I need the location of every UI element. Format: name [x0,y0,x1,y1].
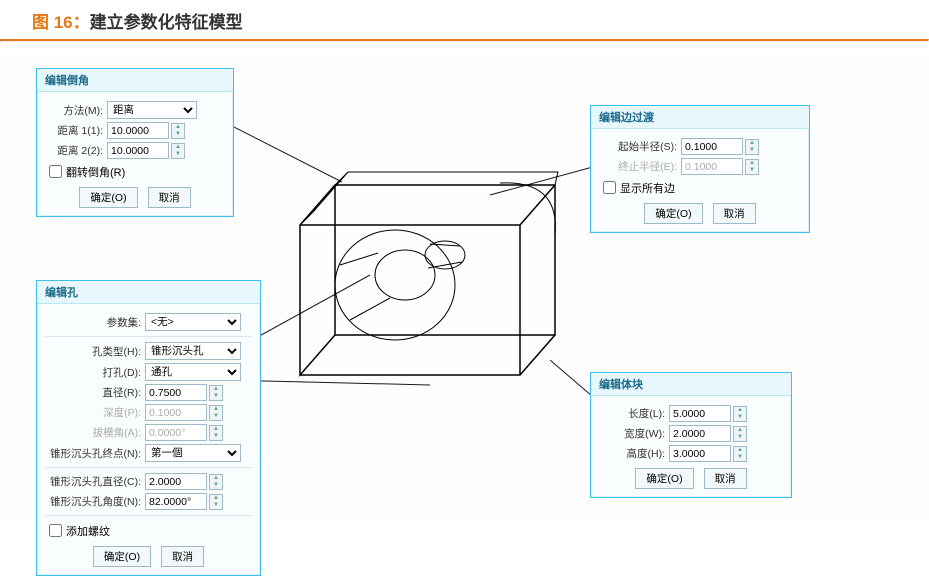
spinner-icon: ▲▼ [209,425,223,441]
hole-cancel-button[interactable]: 取消 [161,546,204,567]
divider [45,467,252,468]
hole-cskang-input[interactable] [145,493,207,510]
spinner-icon[interactable]: ▲▼ [171,143,185,159]
figure-title: 建立参数化特征模型 [90,13,243,32]
chamfer-method-label: 方法(M): [45,103,103,118]
block-panel: 编辑体块 长度(L): ▲▼ 宽度(W): ▲▼ 高度(H): ▲▼ 确定(O)… [590,372,792,498]
spinner-icon: ▲▼ [209,405,223,421]
spinner-icon[interactable]: ▲▼ [745,139,759,155]
hole-draft-input [145,424,207,441]
hole-type-select[interactable]: 锥形沉头孔 [145,342,241,360]
hole-ok-button[interactable]: 确定(O) [93,546,151,567]
blend-start-input[interactable] [681,138,743,155]
figure-number: 图 16： [32,13,90,32]
hole-end-select[interactable]: 第一個 [145,444,241,462]
chamfer-dist1-input[interactable] [107,122,169,139]
chamfer-flip-label: 翻转倒角(R) [66,164,125,180]
blend-start-label: 起始半径(S): [599,139,677,154]
blend-panel: 编辑边过渡 起始半径(S): ▲▼ 终止半径(E): ▲▼ 显示所有边 确定(O… [590,105,810,233]
spinner-icon[interactable]: ▲▼ [733,406,747,422]
spinner-icon[interactable]: ▲▼ [209,385,223,401]
chamfer-dist2-input[interactable] [107,142,169,159]
figure-caption: 图 16：建立参数化特征模型 [32,0,929,33]
chamfer-dist1-label: 距离 1(1): [45,123,103,138]
blend-cancel-button[interactable]: 取消 [713,203,756,224]
stage: 编辑倒角 方法(M): 距离 距离 1(1): ▲▼ 距离 2(2): ▲▼ 翻… [0,50,929,520]
spinner-icon[interactable]: ▲▼ [209,474,223,490]
hole-drill-select[interactable]: 通孔 [145,363,241,381]
blend-end-label: 终止半径(E): [599,159,677,174]
hole-end-label: 锥形沉头孔终点(N): [45,446,141,461]
chamfer-flip-checkbox[interactable] [49,165,62,178]
blend-all-label: 显示所有边 [620,180,675,196]
hole-drill-label: 打孔(D): [45,365,141,380]
block-wid-label: 宽度(W): [599,426,665,441]
block-cancel-button[interactable]: 取消 [704,468,747,489]
hole-cskdia-input[interactable] [145,473,207,490]
hole-paramset-label: 参数集: [45,315,141,330]
hole-cskdia-label: 锥形沉头孔直径(C): [45,474,141,489]
spinner-icon[interactable]: ▲▼ [733,426,747,442]
blend-all-checkbox[interactable] [603,181,616,194]
block-hgt-input[interactable] [669,445,731,462]
hole-cskang-label: 锥形沉头孔角度(N): [45,494,141,509]
hole-thread-checkbox[interactable] [49,524,62,537]
block-len-label: 长度(L): [599,406,665,421]
chamfer-title: 编辑倒角 [37,69,233,92]
chamfer-cancel-button[interactable]: 取消 [148,187,191,208]
block-hgt-label: 高度(H): [599,446,665,461]
spinner-icon[interactable]: ▲▼ [209,494,223,510]
hole-title: 编辑孔 [37,281,260,304]
block-ok-button[interactable]: 确定(O) [635,468,693,489]
hole-thread-label: 添加螺纹 [66,523,110,539]
block-title: 编辑体块 [591,373,791,396]
hole-panel: 编辑孔 参数集: <无> 孔类型(H): 锥形沉头孔 打孔(D): 通孔 直径(… [36,280,261,576]
divider [45,515,252,516]
block-wid-input[interactable] [669,425,731,442]
hole-dia-input[interactable] [145,384,207,401]
blend-title: 编辑边过渡 [591,106,809,129]
spinner-icon[interactable]: ▲▼ [171,123,185,139]
block-len-input[interactable] [669,405,731,422]
spinner-icon: ▲▼ [745,159,759,175]
divider [45,336,252,337]
chamfer-method-select[interactable]: 距离 [107,101,197,119]
hole-paramset-select[interactable]: <无> [145,313,241,331]
rule [0,39,929,42]
chamfer-panel: 编辑倒角 方法(M): 距离 距离 1(1): ▲▼ 距离 2(2): ▲▼ 翻… [36,68,234,217]
chamfer-ok-button[interactable]: 确定(O) [79,187,137,208]
chamfer-dist2-label: 距离 2(2): [45,143,103,158]
blend-end-input [681,158,743,175]
blend-ok-button[interactable]: 确定(O) [644,203,702,224]
spinner-icon[interactable]: ▲▼ [733,446,747,462]
hole-type-label: 孔类型(H): [45,344,141,359]
hole-depth-input [145,404,207,421]
hole-dia-label: 直径(R): [45,385,141,400]
hole-draft-label: 拔模角(A): [45,425,141,440]
hole-depth-label: 深度(P): [45,405,141,420]
